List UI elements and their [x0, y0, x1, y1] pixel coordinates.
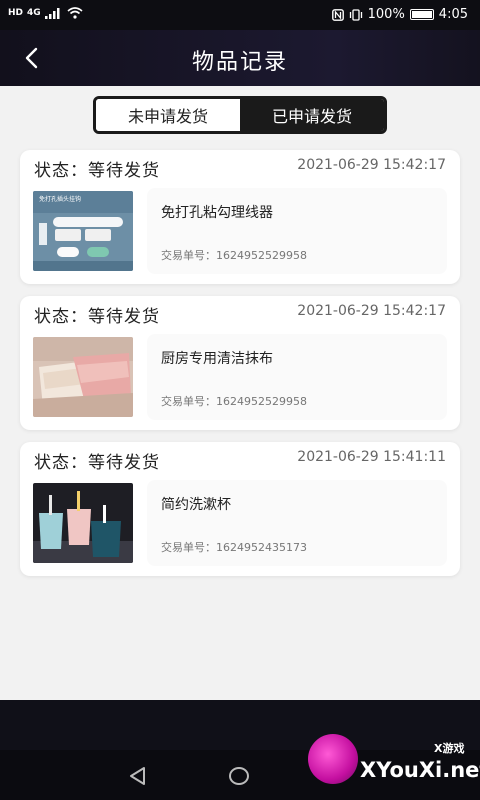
network-type-label: 4G	[27, 8, 41, 18]
tab-unapplied[interactable]: 未申请发货	[96, 99, 240, 131]
signal-icon	[44, 8, 60, 19]
thumb-caption: 免打孔插头挂钩	[39, 195, 81, 203]
watermark-logo	[308, 734, 358, 784]
status-bar: HD 4G 100% 4:05	[0, 0, 480, 30]
transaction-line: 交易单号：1624952435173	[161, 539, 307, 555]
transaction-label: 交易单号：	[161, 541, 216, 554]
item-thumbnail: 免打孔插头挂钩	[33, 191, 133, 271]
transaction-label: 交易单号：	[161, 249, 216, 262]
item-name: 简约洗漱杯	[161, 497, 231, 513]
page-title: 物品记录	[191, 50, 288, 75]
item-info-panel: 厨房专用清洁抹布 交易单号：1624952529958	[147, 334, 447, 420]
watermark-small-text: X游戏	[434, 742, 465, 755]
transaction-label: 交易单号：	[161, 395, 216, 408]
record-card[interactable]: 状态：等待发货 2021-06-29 15:42:17 免打孔插头挂钩 免打孔粘…	[20, 150, 460, 284]
watermark: X游戏 XYouXi.net	[300, 724, 480, 796]
battery-percent: 100%	[367, 7, 405, 22]
nav-back-icon[interactable]	[128, 766, 148, 786]
status-label: 状态：	[34, 161, 88, 181]
item-info-panel: 免打孔粘勾理线器 交易单号：1624952529958	[147, 188, 447, 274]
nav-home-icon[interactable]	[229, 767, 249, 785]
clock: 4:05	[438, 7, 468, 22]
cable-hook-image: 免打孔插头挂钩	[33, 191, 133, 271]
cups-image	[33, 483, 133, 563]
record-card[interactable]: 状态：等待发货 2021-06-29 15:42:17 厨房专用清洁抹布 交易单…	[20, 296, 460, 430]
item-thumbnail	[33, 337, 133, 417]
record-card[interactable]: 状态：等待发货 2021-06-29 15:41:11 简约洗漱杯 交易单号：1…	[20, 442, 460, 576]
tab-switch: 未申请发货 已申请发货	[93, 96, 387, 134]
status-right: 100% 4:05	[331, 7, 468, 22]
item-name: 免打孔粘勾理线器	[161, 205, 273, 221]
item-thumbnail	[33, 483, 133, 563]
status-text: 状态：等待发货	[34, 156, 160, 181]
item-info-panel: 简约洗漱杯 交易单号：1624952435173	[147, 480, 447, 566]
record-time: 2021-06-29 15:41:11	[297, 449, 446, 465]
tab-applied[interactable]: 已申请发货	[240, 99, 384, 131]
status-label: 状态：	[34, 307, 88, 327]
vibrate-icon	[349, 8, 362, 21]
content-area: 未申请发货 已申请发货 状态：等待发货 2021-06-29 15:42:17 …	[0, 86, 480, 700]
watermark-site: XYouXi.net	[360, 758, 480, 782]
status-value: 等待发货	[88, 307, 160, 327]
transaction-number: 1624952529958	[216, 249, 307, 262]
battery-icon	[409, 9, 434, 20]
cloth-image	[33, 337, 133, 417]
transaction-number: 1624952435173	[216, 541, 307, 554]
nfc-icon	[331, 8, 344, 21]
status-left: HD 4G	[8, 7, 83, 19]
transaction-number: 1624952529958	[216, 395, 307, 408]
hd-label: HD	[8, 8, 24, 18]
status-text: 状态：等待发货	[34, 448, 160, 473]
record-time: 2021-06-29 15:42:17	[297, 303, 446, 319]
record-time: 2021-06-29 15:42:17	[297, 157, 446, 173]
transaction-line: 交易单号：1624952529958	[161, 393, 307, 409]
status-text: 状态：等待发货	[34, 302, 160, 327]
item-name: 厨房专用清洁抹布	[161, 351, 273, 367]
status-value: 等待发货	[88, 161, 160, 181]
status-label: 状态：	[34, 453, 88, 473]
wifi-icon	[67, 7, 83, 19]
status-value: 等待发货	[88, 453, 160, 473]
title-bar: 物品记录	[0, 30, 480, 86]
transaction-line: 交易单号：1624952529958	[161, 247, 307, 263]
